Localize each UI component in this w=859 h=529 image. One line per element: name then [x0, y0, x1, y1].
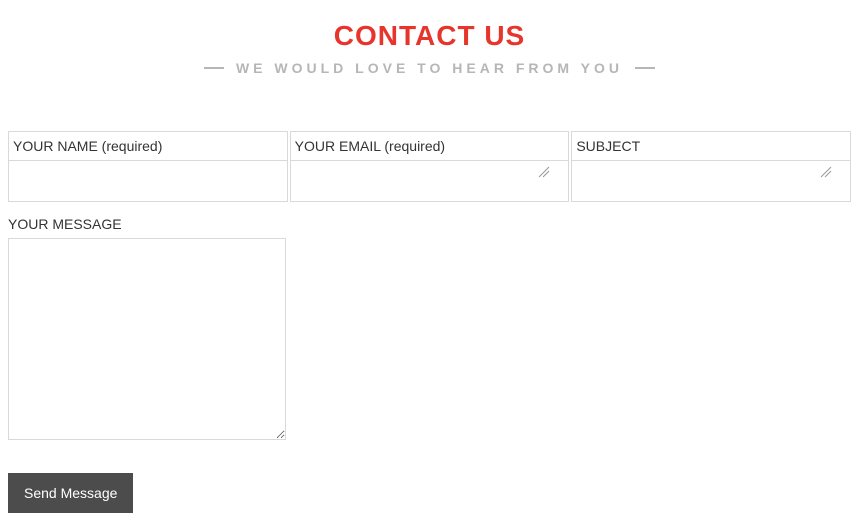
page-title: CONTACT US — [8, 20, 851, 52]
form-row-top: YOUR NAME (required) YOUR EMAIL (require… — [8, 131, 851, 202]
message-label: YOUR MESSAGE — [8, 216, 851, 232]
subject-cell: SUBJECT — [571, 131, 851, 202]
name-cell: YOUR NAME (required) — [8, 131, 288, 202]
email-label: YOUR EMAIL (required) — [291, 132, 569, 161]
subject-label: SUBJECT — [572, 132, 850, 161]
message-section: YOUR MESSAGE — [8, 216, 851, 445]
dash-right-icon — [635, 67, 655, 69]
name-input[interactable] — [9, 161, 287, 201]
email-input[interactable] — [291, 161, 569, 201]
email-cell: YOUR EMAIL (required) — [290, 131, 570, 202]
message-textarea[interactable] — [8, 238, 286, 440]
subtitle-wrapper: WE WOULD LOVE TO HEAR FROM YOU — [8, 60, 851, 76]
dash-left-icon — [204, 67, 224, 69]
page-subtitle: WE WOULD LOVE TO HEAR FROM YOU — [236, 60, 623, 76]
name-label: YOUR NAME (required) — [9, 132, 287, 161]
send-message-button[interactable]: Send Message — [8, 473, 133, 513]
subject-input[interactable] — [572, 161, 850, 201]
